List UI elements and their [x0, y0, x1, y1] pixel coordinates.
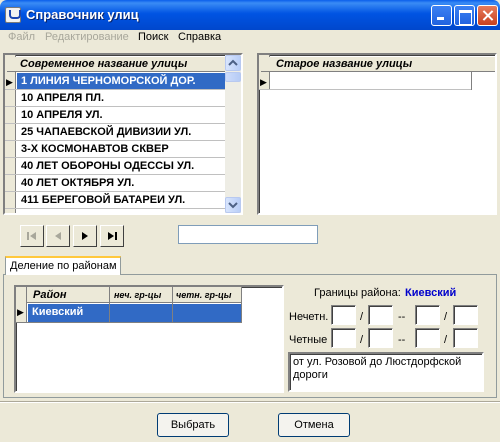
district-grid[interactable]: Район неч. гр-цы четн. гр-цы ▶ Киевский: [14, 285, 284, 393]
even-start-field[interactable]: [331, 328, 356, 348]
odd-start-suffix-field[interactable]: [368, 305, 393, 325]
current-row-arrow-icon: ▶: [6, 77, 13, 87]
even-bounds-column-header[interactable]: четн. гр-цы: [176, 290, 232, 300]
row-divider: [5, 123, 225, 124]
window-title: Справочник улиц: [26, 7, 139, 22]
district-name: Киевский: [405, 287, 457, 299]
row-divider: [5, 157, 225, 158]
row-divider: [5, 191, 225, 192]
even-end-field[interactable]: [415, 328, 440, 348]
prev-record-button[interactable]: [46, 225, 70, 247]
last-icon: [108, 232, 117, 240]
column-divider: [241, 287, 242, 323]
odd-end-field[interactable]: [415, 305, 440, 325]
table-row[interactable]: 10 АПРЕЛЯ ПЛ.: [17, 90, 225, 107]
table-row[interactable]: 10 АПРЕЛЯ УЛ.: [17, 107, 225, 124]
row-divider: [5, 106, 225, 107]
row-divider: [16, 322, 242, 323]
table-row-selected[interactable]: 1 ЛИНИЯ ЧЕРНОМОРСКОЙ ДОР.: [17, 73, 225, 90]
district-column-header[interactable]: Район: [33, 289, 67, 301]
modern-names-grid[interactable]: Современное название улицы ▶ 1 ЛИНИЯ ЧЕР…: [3, 53, 243, 215]
slash: /: [444, 334, 448, 346]
current-row-arrow-icon: ▶: [260, 77, 267, 87]
minimize-button[interactable]: [431, 5, 452, 26]
row-divider: [5, 140, 225, 141]
old-grid-header: Старое название улицы: [261, 57, 495, 72]
even-start-suffix-field[interactable]: [368, 328, 393, 348]
table-row-selected[interactable]: Киевский: [28, 304, 109, 322]
column-divider: [471, 72, 472, 90]
odd-end-suffix-field[interactable]: [453, 305, 478, 325]
chevron-down-icon: [228, 202, 238, 209]
table-cell[interactable]: [173, 304, 241, 322]
title-bar: Справочник улиц: [0, 0, 500, 30]
scroll-thumb[interactable]: [225, 72, 241, 82]
scroll-down-button[interactable]: [225, 197, 241, 213]
menu-file[interactable]: Файл: [8, 31, 35, 43]
modern-grid-header: Современное название улицы: [7, 57, 225, 72]
separator: [0, 401, 500, 403]
first-record-button[interactable]: [20, 225, 44, 247]
app-icon[interactable]: [5, 7, 21, 23]
table-row[interactable]: 25 ЧАПАЕВСКОЙ ДИВИЗИИ УЛ.: [17, 124, 225, 141]
last-record-button[interactable]: [100, 225, 124, 247]
odd-bounds-column-header[interactable]: неч. гр-цы: [114, 290, 161, 300]
dash: --: [398, 334, 406, 346]
prev-icon: [55, 232, 61, 240]
slash: /: [360, 334, 364, 346]
row-divider: [5, 89, 225, 90]
search-input[interactable]: [178, 225, 318, 244]
old-name-column-header[interactable]: Старое название улицы: [276, 58, 412, 70]
odd-label: Нечетн.: [289, 311, 329, 323]
bounds-label: Границы района:: [314, 287, 401, 299]
table-cell[interactable]: [110, 304, 172, 322]
tab-districts[interactable]: Деление по районам: [5, 256, 121, 275]
maximize-button[interactable]: [454, 5, 475, 26]
table-row[interactable]: 411 БЕРЕГОВОЙ БАТАРЕИ УЛ.: [17, 192, 225, 209]
vertical-scrollbar[interactable]: [225, 55, 241, 213]
scroll-up-button[interactable]: [225, 55, 241, 71]
select-button[interactable]: Выбрать: [157, 413, 229, 437]
chevron-up-icon: [228, 59, 238, 66]
row-divider: [5, 208, 225, 209]
next-icon: [82, 232, 88, 240]
table-row[interactable]: 40 ЛЕТ ОБОРОНЫ ОДЕССЫ УЛ.: [17, 158, 225, 175]
first-icon: [27, 232, 36, 240]
modern-name-column-header[interactable]: Современное название улицы: [20, 58, 187, 70]
even-label: Четные: [289, 334, 328, 346]
odd-start-field[interactable]: [331, 305, 356, 325]
slash: /: [360, 311, 364, 323]
even-end-suffix-field[interactable]: [453, 328, 478, 348]
row-divider: [259, 89, 471, 90]
cancel-button[interactable]: Отмена: [278, 413, 350, 437]
slash: /: [444, 311, 448, 323]
row-divider: [5, 174, 225, 175]
old-names-grid[interactable]: Старое название улицы ▶: [257, 53, 497, 215]
bounds-description-field[interactable]: от ул. Розовой до Люстдорфской дороги: [288, 352, 484, 392]
close-button[interactable]: [477, 5, 498, 26]
dash: --: [398, 311, 406, 323]
current-row-arrow-icon: ▶: [17, 307, 24, 317]
menu-edit[interactable]: Редактирование: [45, 31, 129, 43]
menu-help[interactable]: Справка: [178, 31, 221, 43]
table-row[interactable]: 3-Х КОСМОНАВТОВ СКВЕР: [17, 141, 225, 158]
menu-search[interactable]: Поиск: [138, 31, 168, 43]
next-record-button[interactable]: [73, 225, 97, 247]
table-row[interactable]: 40 ЛЕТ ОКТЯБРЯ УЛ.: [17, 175, 225, 192]
menu-bar: Файл Редактирование Поиск Справка: [0, 30, 500, 46]
